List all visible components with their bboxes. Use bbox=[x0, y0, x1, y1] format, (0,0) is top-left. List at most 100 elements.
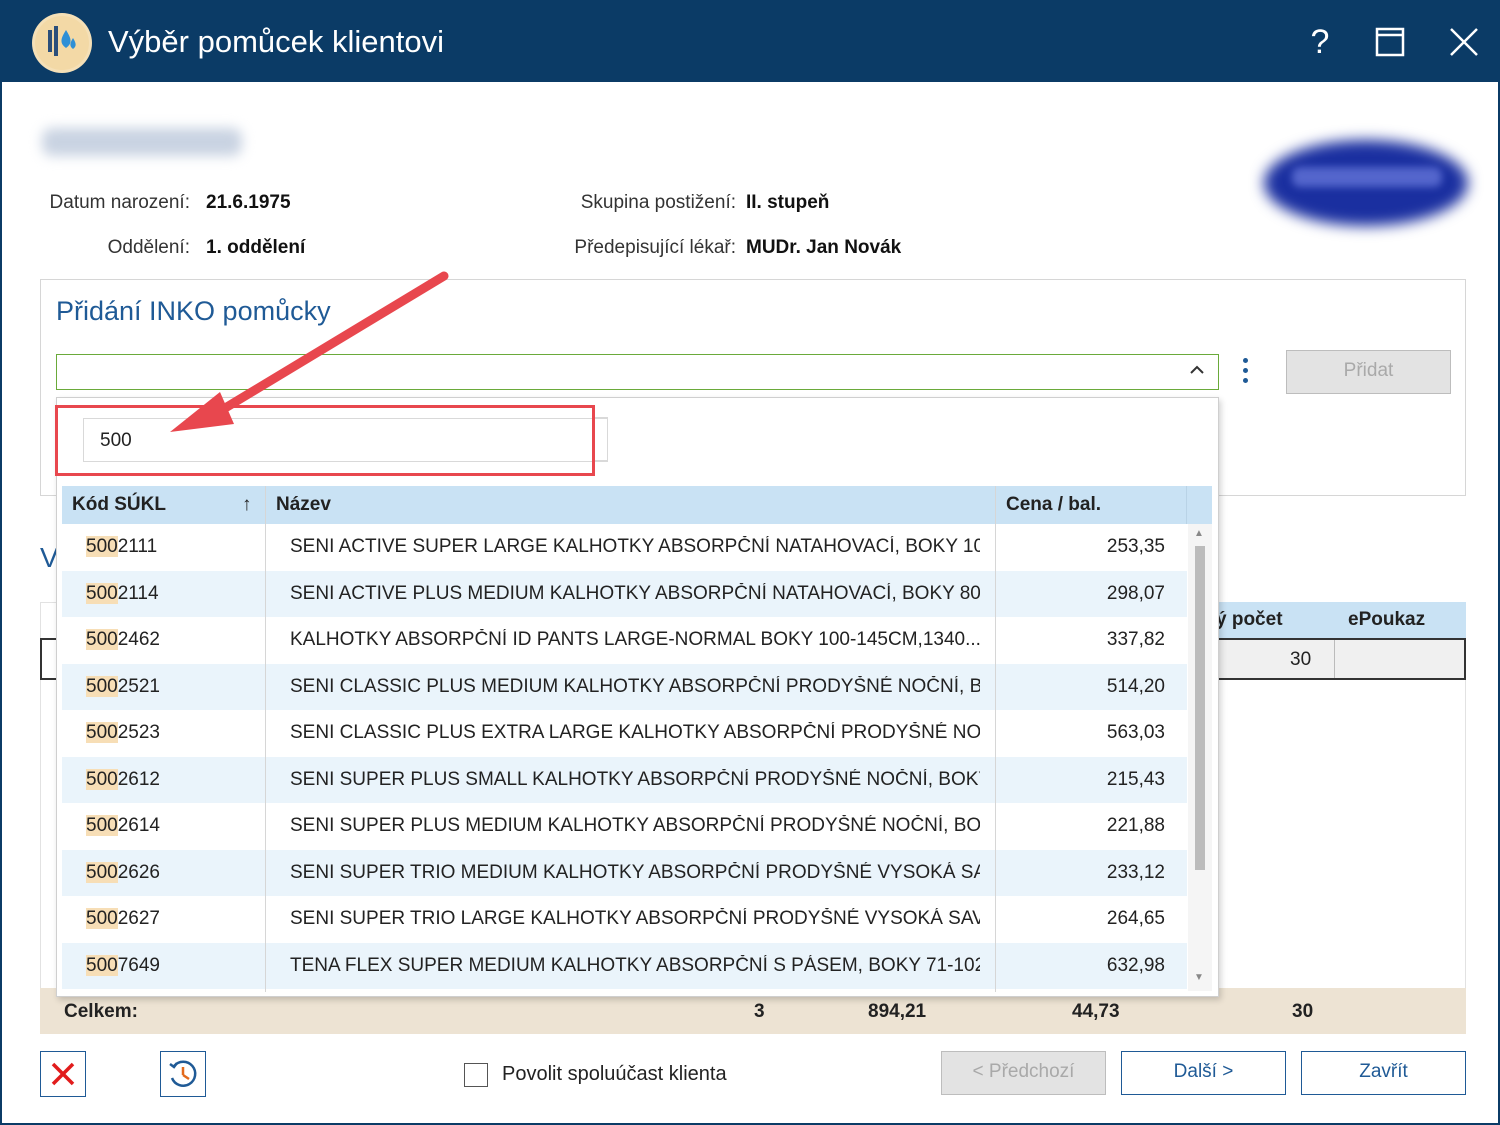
birth-date-label: Datum narození: bbox=[49, 192, 190, 213]
maximize-button[interactable] bbox=[1370, 22, 1410, 62]
grid-row[interactable]: 5002612 SENI SUPER PLUS SMALL KALHOTKY AB… bbox=[62, 756, 1187, 803]
row-price: 514,20 bbox=[1106, 675, 1165, 697]
scroll-down-icon[interactable]: ▼ bbox=[1194, 972, 1204, 983]
row-price: 233,12 bbox=[1106, 861, 1165, 883]
row-name: TENA FLEX SUPER MEDIUM KALHOTKY ABSORPČN… bbox=[290, 954, 980, 976]
row-price: 253,35 bbox=[1106, 536, 1165, 557]
row-price: 563,03 bbox=[1106, 722, 1165, 743]
previous-button[interactable]: < Předchozí bbox=[941, 1051, 1106, 1095]
delete-button[interactable] bbox=[40, 1051, 86, 1097]
prescribing-doctor-value: MUDr. Jan Novák bbox=[746, 237, 902, 258]
copayment-checkbox[interactable] bbox=[464, 1063, 488, 1087]
row-code-rest: 2523 bbox=[117, 722, 160, 743]
row-code-rest: 2521 bbox=[117, 675, 160, 697]
row-code: 5002521 bbox=[86, 675, 160, 698]
row-code: 5002114 bbox=[86, 582, 159, 605]
row-name: SENI SUPER PLUS MEDIUM KALHOTKY ABSORPČN… bbox=[290, 815, 980, 836]
search-match-highlight: 500 bbox=[86, 582, 118, 604]
search-match-highlight: 500 bbox=[86, 815, 118, 836]
grid-row[interactable]: 5002462 KALHOTKY ABSORPČNÍ ID PANTS LARGE… bbox=[62, 617, 1187, 663]
grid-divider bbox=[265, 486, 266, 992]
row-name: SENI SUPER PLUS SMALL KALHOTKY ABSORPČNÍ… bbox=[290, 768, 980, 790]
row-name: SENI CLASSIC PLUS EXTRA LARGE KALHOTKY A… bbox=[290, 722, 980, 743]
row-code: 5002523 bbox=[86, 722, 160, 744]
add-button[interactable]: Přidat bbox=[1286, 350, 1451, 394]
app-logo-icon bbox=[32, 13, 92, 73]
sort-ascending-icon[interactable]: ↑ bbox=[242, 494, 252, 516]
row-code-rest: 2612 bbox=[117, 768, 160, 790]
grid-row[interactable]: 5002523 SENI CLASSIC PLUS EXTRA LARGE KAL… bbox=[62, 710, 1187, 756]
next-button[interactable]: Další > bbox=[1121, 1051, 1286, 1095]
close-button[interactable]: Zavřít bbox=[1301, 1051, 1466, 1095]
row-code-rest: 7649 bbox=[117, 954, 160, 976]
row-code: 5007649 bbox=[86, 954, 160, 977]
chevron-up-icon[interactable] bbox=[1188, 361, 1206, 385]
row-name: SENI ACTIVE SUPER LARGE KALHOTKY ABSORPČ… bbox=[290, 536, 980, 557]
row-price: 632,98 bbox=[1106, 954, 1165, 976]
client-name-redacted bbox=[42, 128, 242, 156]
column-count[interactable]: ý počet bbox=[1216, 609, 1283, 631]
search-input-edge bbox=[595, 417, 608, 461]
search-match-highlight: 500 bbox=[86, 629, 118, 650]
row-code-rest: 2114 bbox=[117, 582, 159, 604]
totals-participation: 44,73 bbox=[1072, 1001, 1120, 1022]
history-clock-icon bbox=[169, 1060, 197, 1087]
totals-label: Celkem: bbox=[64, 1001, 138, 1022]
grid-row[interactable]: 5002614 SENI SUPER PLUS MEDIUM KALHOTKY A… bbox=[62, 803, 1187, 849]
annotation-arrow-icon bbox=[170, 271, 449, 432]
dropdown-grid-header: Kód SÚKL ↑ Název Cena / bal. bbox=[62, 486, 1212, 524]
row-code-rest: 2111 bbox=[117, 536, 158, 557]
row-name: SENI SUPER TRIO LARGE KALHOTKY ABSORPČNÍ… bbox=[290, 908, 980, 929]
column-code[interactable]: Kód SÚKL bbox=[72, 494, 166, 516]
grid-row[interactable]: 5002626 SENI SUPER TRIO MEDIUM KALHOTKY A… bbox=[62, 849, 1187, 896]
search-match-highlight: 500 bbox=[86, 954, 118, 976]
row-code: 5002614 bbox=[86, 815, 160, 837]
row-code-rest: 2627 bbox=[117, 908, 160, 929]
row-code: 5002111 bbox=[86, 536, 157, 558]
close-icon bbox=[1450, 28, 1478, 56]
grid-row[interactable]: 5002114 SENI ACTIVE PLUS MEDIUM KALHOTKY … bbox=[62, 570, 1187, 617]
column-name[interactable]: Název bbox=[276, 494, 331, 516]
items-table-row[interactable]: 30 bbox=[1212, 638, 1466, 680]
window-title: Výběr pomůcek klientovi bbox=[108, 24, 444, 59]
totals-count: 3 bbox=[754, 1001, 765, 1022]
dialog-window: Výběr pomůcek klientovi ? Datum narození… bbox=[0, 0, 1500, 1125]
birth-date-value: 21.6.1975 bbox=[206, 192, 291, 213]
dropdown-scrollbar[interactable]: ▲ ▼ bbox=[1188, 524, 1212, 991]
grid-row[interactable]: 5002521 SENI CLASSIC PLUS MEDIUM KALHOTKY… bbox=[62, 663, 1187, 710]
close-window-button[interactable] bbox=[1444, 22, 1484, 62]
row-count-value: 30 bbox=[1290, 649, 1312, 670]
copayment-checkbox-label[interactable]: Povolit spoluúčast klienta bbox=[502, 1063, 727, 1086]
search-match-highlight: 500 bbox=[86, 722, 118, 743]
search-match-highlight: 500 bbox=[86, 861, 118, 883]
grid-row[interactable]: 5007649 TENA FLEX SUPER MEDIUM KALHOTKY A… bbox=[62, 942, 1187, 989]
row-price: 221,88 bbox=[1106, 815, 1165, 836]
grid-row[interactable]: 5002111 SENI ACTIVE SUPER LARGE KALHOTKY … bbox=[62, 524, 1187, 570]
grid-row[interactable]: 5002627 SENI SUPER TRIO LARGE KALHOTKY AB… bbox=[62, 896, 1187, 942]
department-label: Oddělení: bbox=[107, 237, 190, 258]
scroll-thumb[interactable] bbox=[1195, 546, 1205, 870]
department-value: 1. oddělení bbox=[206, 237, 306, 258]
column-price[interactable]: Cena / bal. bbox=[1006, 494, 1101, 516]
title-bar: Výběr pomůcek klientovi ? bbox=[2, 2, 1498, 82]
prescribing-doctor-label: Předepisující lékař: bbox=[574, 237, 736, 258]
row-price: 264,65 bbox=[1106, 908, 1165, 929]
row-name: SENI SUPER TRIO MEDIUM KALHOTKY ABSORPČN… bbox=[290, 861, 980, 883]
row-code: 5002612 bbox=[86, 768, 160, 791]
row-code-rest: 2614 bbox=[117, 815, 160, 836]
scroll-up-icon[interactable]: ▲ bbox=[1194, 528, 1204, 539]
maximize-icon bbox=[1375, 27, 1405, 57]
disability-group-label: Skupina postižení: bbox=[580, 192, 736, 213]
help-button[interactable]: ? bbox=[1300, 22, 1340, 62]
row-code: 5002626 bbox=[86, 861, 160, 884]
row-code: 5002627 bbox=[86, 908, 160, 930]
column-epoukaz[interactable]: ePoukaz bbox=[1348, 609, 1425, 631]
history-button[interactable] bbox=[160, 1051, 206, 1097]
row-price: 215,43 bbox=[1106, 768, 1165, 790]
row-name: SENI CLASSIC PLUS MEDIUM KALHOTKY ABSORP… bbox=[290, 675, 980, 697]
row-price: 337,82 bbox=[1106, 629, 1165, 650]
search-match-highlight: 500 bbox=[86, 536, 118, 557]
row-name: SENI ACTIVE PLUS MEDIUM KALHOTKY ABSORPČ… bbox=[290, 582, 980, 604]
row-code: 5002462 bbox=[86, 629, 160, 651]
more-options-icon[interactable] bbox=[1240, 358, 1250, 386]
